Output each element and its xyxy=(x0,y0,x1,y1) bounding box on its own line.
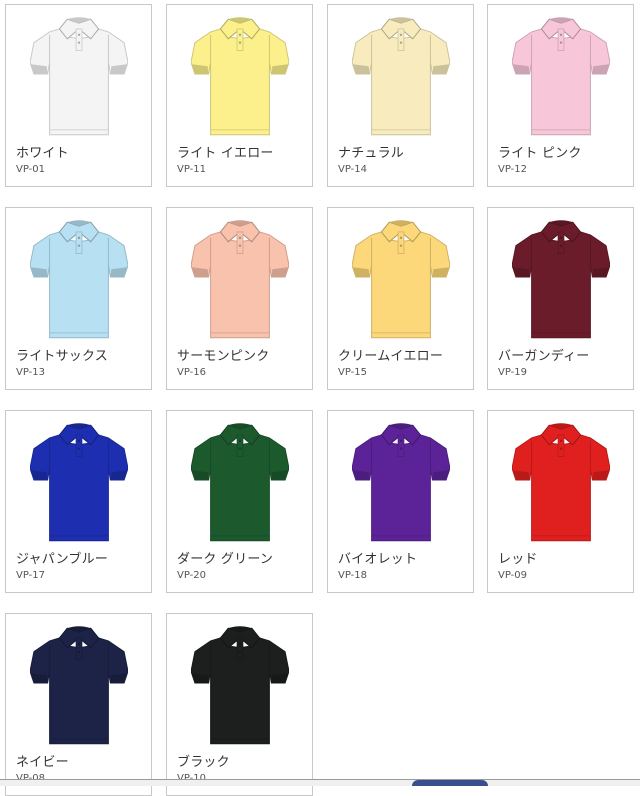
polo-shirt-image[interactable] xyxy=(512,419,610,545)
product-color-name: ホワイト xyxy=(16,146,69,161)
product-code: VP-14 xyxy=(338,164,367,175)
product-card[interactable]: ライト イエロー VP-11 xyxy=(166,4,313,187)
polo-shirt-image[interactable] xyxy=(352,419,450,545)
product-color-name: バーガンディー xyxy=(498,349,590,364)
product-code: VP-01 xyxy=(16,164,45,175)
product-card[interactable]: バイオレット VP-18 xyxy=(327,410,474,593)
product-code: VP-09 xyxy=(498,570,527,581)
product-code: VP-13 xyxy=(16,367,45,378)
product-code: VP-18 xyxy=(338,570,367,581)
product-card[interactable]: クリームイエロー VP-15 xyxy=(327,207,474,390)
product-card[interactable]: サーモンピンク VP-16 xyxy=(166,207,313,390)
product-card[interactable]: ダーク グリーン VP-20 xyxy=(166,410,313,593)
product-code: VP-19 xyxy=(498,367,527,378)
product-card[interactable]: ナチュラル VP-14 xyxy=(327,4,474,187)
partial-item-peek xyxy=(412,780,488,786)
polo-shirt-image[interactable] xyxy=(30,622,128,748)
polo-shirt-image[interactable] xyxy=(191,419,289,545)
product-color-name: ネイビー xyxy=(16,755,69,770)
product-color-name: ライトサックス xyxy=(16,349,109,364)
product-color-name: クリームイエロー xyxy=(338,349,444,364)
product-color-name: バイオレット xyxy=(338,552,418,567)
polo-shirt-image[interactable] xyxy=(512,216,610,342)
product-color-name: ブラック xyxy=(177,755,230,770)
product-color-name: ナチュラル xyxy=(338,146,405,161)
product-color-grid: ホワイト VP-01 ライト イエロー VP-11 ナチュラル VP-14 ライト ピンク V… xyxy=(0,0,640,796)
product-color-name: ジャパンブルー xyxy=(16,552,109,567)
polo-shirt-image[interactable] xyxy=(352,216,450,342)
polo-shirt-image[interactable] xyxy=(30,216,128,342)
product-card[interactable]: ライトサックス VP-13 xyxy=(5,207,152,390)
product-code: VP-11 xyxy=(177,164,206,175)
product-code: VP-12 xyxy=(498,164,527,175)
product-color-name: ライト イエロー xyxy=(177,146,274,161)
polo-shirt-image[interactable] xyxy=(191,13,289,139)
polo-shirt-image[interactable] xyxy=(512,13,610,139)
polo-shirt-image[interactable] xyxy=(352,13,450,139)
product-card[interactable]: ネイビーVP-08 xyxy=(5,613,152,796)
polo-shirt-image[interactable] xyxy=(191,622,289,748)
product-code: VP-15 xyxy=(338,367,367,378)
polo-shirt-image[interactable] xyxy=(191,216,289,342)
product-color-name: レッド xyxy=(498,552,538,567)
product-card[interactable]: レッド VP-09 xyxy=(487,410,634,593)
product-color-name: ライト ピンク xyxy=(498,146,582,161)
product-color-name: サーモンピンク xyxy=(177,349,270,364)
product-card[interactable]: ジャパンブルー VP-17 xyxy=(5,410,152,593)
product-color-name: ダーク グリーン xyxy=(177,552,274,567)
product-card[interactable]: バーガンディー VP-19 xyxy=(487,207,634,390)
product-card[interactable]: ホワイト VP-01 xyxy=(5,4,152,187)
product-card[interactable]: ブラックVP-10 xyxy=(166,613,313,796)
polo-shirt-image[interactable] xyxy=(30,419,128,545)
product-card[interactable]: ライト ピンク VP-12 xyxy=(487,4,634,187)
product-code: VP-16 xyxy=(177,367,206,378)
product-code: VP-17 xyxy=(16,570,45,581)
product-code: VP-20 xyxy=(177,570,206,581)
polo-shirt-image[interactable] xyxy=(30,13,128,139)
